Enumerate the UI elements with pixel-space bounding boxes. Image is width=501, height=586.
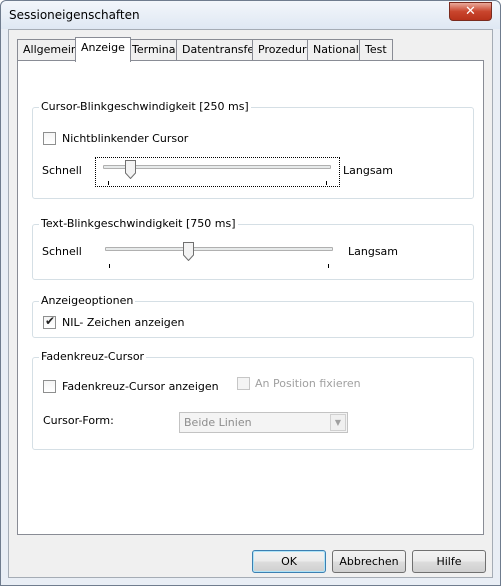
- cursor-fast-label: Schnell: [42, 164, 82, 177]
- text-slow-label: Langsam: [348, 245, 399, 258]
- cursor-form-label: Cursor-Form:: [43, 414, 114, 427]
- tab-label: Terminal: [132, 43, 179, 56]
- cursor-blink-slider-thumb[interactable]: [124, 160, 136, 179]
- show-crosshair-label[interactable]: Fadenkreuz-Cursor anzeigen: [62, 380, 219, 393]
- cursor-slow-label: Langsam: [343, 164, 394, 177]
- tab-label: Test: [365, 43, 387, 56]
- tab-anzeige[interactable]: Anzeige: [75, 37, 131, 62]
- text-blink-group: Text-Blinkgeschwindigkeit [750 ms] Schne…: [32, 217, 474, 280]
- tab-label: National: [313, 43, 359, 56]
- nonblinking-cursor-label[interactable]: Nichtblinkender Cursor: [62, 132, 188, 145]
- tab-label: Allgemein: [23, 43, 78, 56]
- slider-tick: [108, 181, 109, 185]
- properties-dialog: Sessioneigenschaften ✕ Allgemein Anzeige…: [0, 0, 501, 586]
- dialog-client-area: Allgemein Anzeige Terminal Datentransfer…: [8, 29, 493, 578]
- text-blink-slider-thumb[interactable]: [183, 242, 195, 261]
- close-button[interactable]: ✕: [449, 2, 492, 21]
- title-bar[interactable]: Sessioneigenschaften ✕: [1, 1, 500, 29]
- text-blink-slider-track[interactable]: [105, 247, 333, 251]
- cursor-blink-group: Cursor-Blinkgeschwindigkeit [250 ms] Nic…: [32, 100, 474, 199]
- chevron-down-icon[interactable]: ▼: [330, 414, 346, 431]
- close-icon: ✕: [465, 4, 476, 19]
- fix-position-checkbox[interactable]: [237, 377, 250, 390]
- tab-allgemein[interactable]: Allgemein: [17, 39, 84, 60]
- tab-label: Anzeige: [81, 41, 125, 54]
- nonblinking-cursor-checkbox[interactable]: [43, 132, 56, 145]
- text-fast-label: Schnell: [42, 245, 82, 258]
- cursor-blink-slider-track[interactable]: [103, 165, 331, 169]
- tab-label: Prozedur: [258, 43, 307, 56]
- ok-button[interactable]: OK: [252, 550, 326, 573]
- show-crosshair-checkbox[interactable]: [43, 380, 56, 393]
- slider-tick: [109, 264, 110, 268]
- nil-chars-label[interactable]: NIL- Zeichen anzeigen: [62, 316, 185, 329]
- tab-label: Datentransfer: [182, 43, 259, 56]
- fix-position-label[interactable]: An Position fixieren: [255, 377, 361, 390]
- text-blink-legend: Text-Blinkgeschwindigkeit [750 ms]: [39, 217, 238, 230]
- display-options-group: Anzeigeoptionen NIL- Zeichen anzeigen: [32, 294, 474, 338]
- crosshair-group: Fadenkreuz-Cursor Fadenkreuz-Cursor anze…: [32, 350, 474, 450]
- cancel-button[interactable]: Abbrechen: [332, 550, 406, 573]
- nil-chars-checkbox[interactable]: [43, 314, 56, 329]
- help-button[interactable]: Hilfe: [412, 550, 486, 573]
- slider-tick: [326, 181, 327, 185]
- slider-tick: [328, 264, 329, 268]
- cursor-blink-legend: Cursor-Blinkgeschwindigkeit [250 ms]: [39, 100, 251, 113]
- tab-panel-anzeige: Cursor-Blinkgeschwindigkeit [250 ms] Nic…: [17, 60, 484, 535]
- crosshair-legend: Fadenkreuz-Cursor: [39, 350, 147, 363]
- tab-national[interactable]: National: [307, 39, 365, 60]
- window-title: Sessioneigenschaften: [9, 8, 140, 22]
- tab-test[interactable]: Test: [359, 39, 393, 60]
- cursor-form-value: Beide Linien: [184, 416, 252, 429]
- cursor-form-select[interactable]: Beide Linien ▼: [179, 412, 348, 433]
- tab-prozedur[interactable]: Prozedur: [252, 39, 313, 60]
- display-options-legend: Anzeigeoptionen: [39, 294, 136, 307]
